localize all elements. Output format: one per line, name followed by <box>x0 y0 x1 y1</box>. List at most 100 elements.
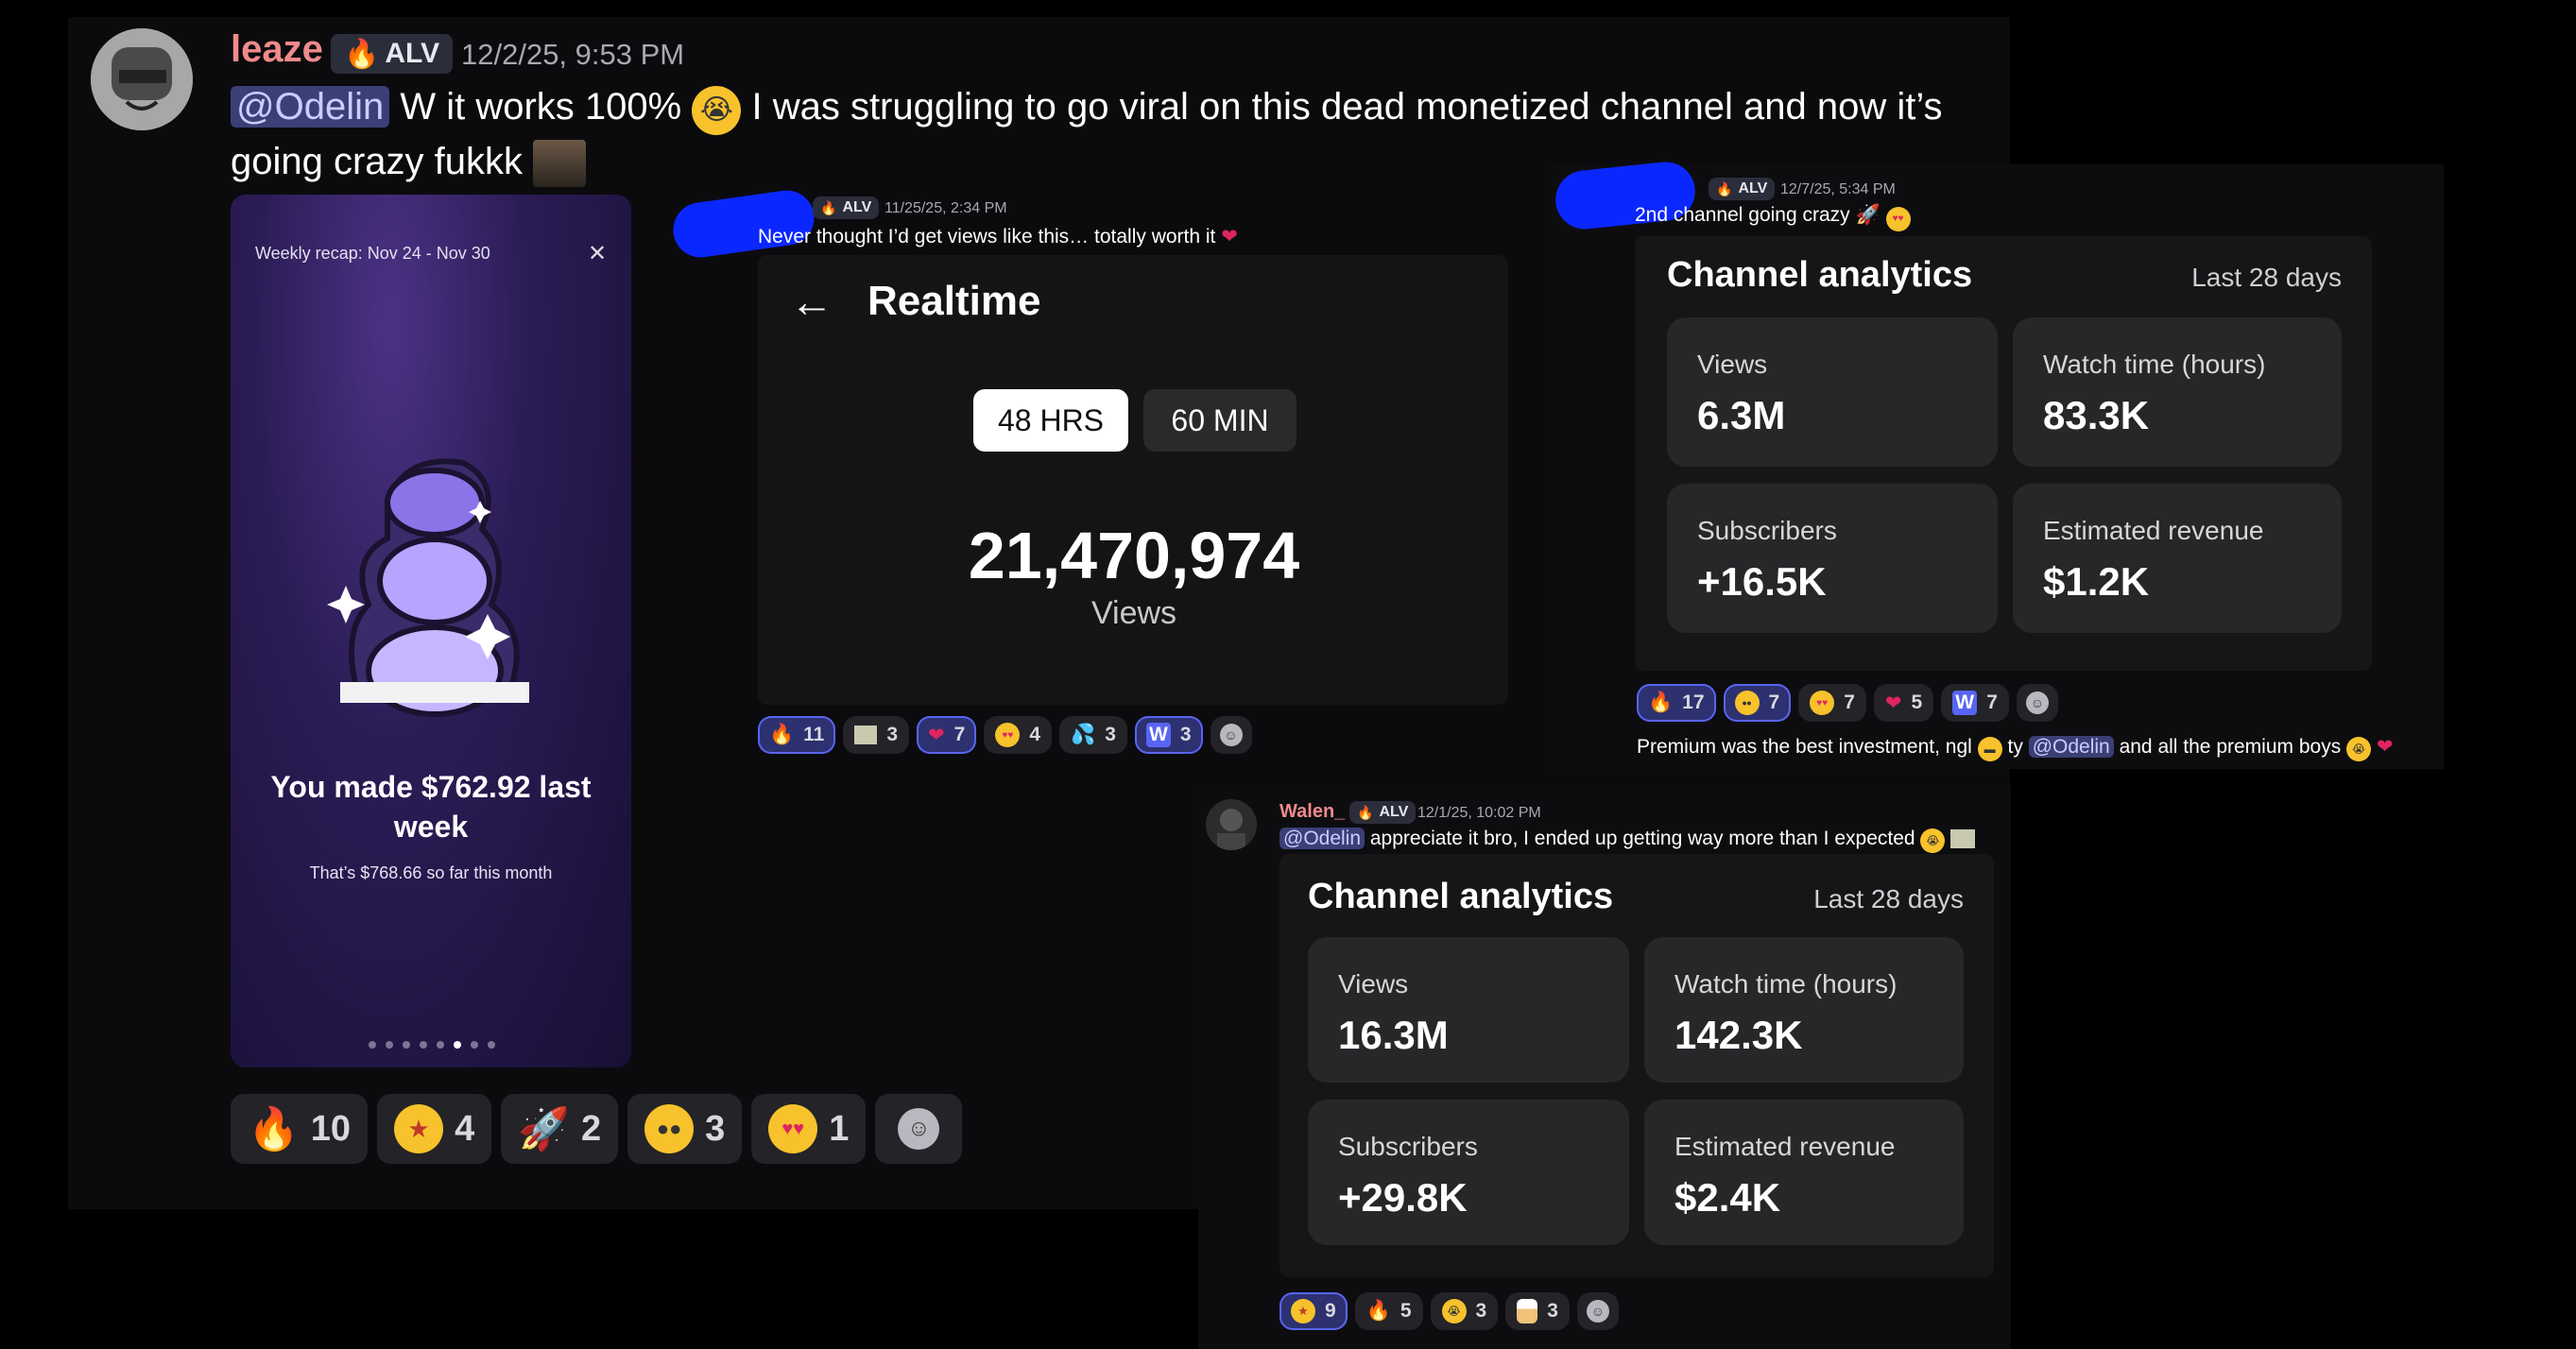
reaction-heart-eyes[interactable]: ♥♥ 1 <box>751 1094 867 1164</box>
flame-icon: 🔥 <box>1716 180 1733 196</box>
tile-watchtime-1[interactable]: Watch time (hours) 83.3K <box>2013 317 2342 467</box>
realtime-views-number: 21,470,974 <box>968 519 1300 592</box>
reaction-star-struck[interactable]: ★ 9 <box>1279 1292 1348 1330</box>
recap-subline: That’s $768.66 so far this month <box>309 863 553 882</box>
tile-watchtime-2[interactable]: Watch time (hours) 142.3K <box>1644 937 1964 1083</box>
w-emoji-icon: W <box>1952 691 1978 715</box>
star-struck-emoji-icon: ★ <box>1291 1299 1315 1323</box>
reaction-rocket[interactable]: 🚀 2 <box>501 1094 619 1164</box>
tile-value: $1.2K <box>2043 559 2150 604</box>
tile-label: Views <box>1697 350 1768 379</box>
reaction-heart-bandage[interactable]: ❤ 7 <box>917 716 977 754</box>
recap-page-dots <box>369 1041 495 1049</box>
reaction-money[interactable]: 3 <box>843 716 910 754</box>
tile-value: 142.3K <box>1674 1013 1803 1057</box>
reaction-fire[interactable]: 🔥 11 <box>758 716 836 754</box>
reaction-fire[interactable]: 🔥 10 <box>231 1094 369 1164</box>
recap-header: Weekly recap: Nov 24 - Nov 30 <box>255 244 490 263</box>
reaction-heart-eyes[interactable]: ♥♥ 4 <box>984 716 1053 754</box>
tab-48-hrs[interactable]: 48 HRS <box>973 389 1128 452</box>
chef-emoji-icon <box>1517 1299 1538 1323</box>
tile-value: $2.4K <box>1674 1175 1781 1220</box>
analytics-period-2: Last 28 days <box>1813 884 1964 914</box>
analytics-period-1: Last 28 days <box>2191 263 2342 292</box>
tab-60-min[interactable]: 60 MIN <box>1143 389 1297 452</box>
msg-text-c: going crazy fukkk <box>231 141 524 182</box>
close-icon[interactable]: ✕ <box>588 240 607 267</box>
heart-emoji-icon: ❤ <box>1884 692 1902 714</box>
walen-reactions: ★ 9 🔥 5 😭 3 3 ☺ <box>1279 1292 1619 1330</box>
flame-icon: 🔥 <box>820 199 837 215</box>
crying-emoji-icon: 😭 <box>1441 1299 1467 1323</box>
leaze-avatar[interactable] <box>91 28 193 130</box>
crying-emoji-icon: 😭 <box>1920 828 1946 853</box>
crying-emoji-icon: 😭 <box>692 86 742 135</box>
grimace-emoji-icon: ▬ <box>1977 737 2002 761</box>
walen-message: @Odelin appreciate it bro, I ended up ge… <box>1279 828 1976 853</box>
tile-value: 83.3K <box>2043 393 2150 437</box>
heart-eyes-emoji-icon: ♥♥ <box>995 723 1021 747</box>
second-post-message: 2nd channel going crazy 🚀 ♥♥ <box>1635 204 1911 231</box>
tile-views-2[interactable]: Views 16.3M <box>1308 937 1629 1083</box>
tile-views-1[interactable]: Views 6.3M <box>1667 317 1998 467</box>
leaze-message-line2: going crazy fukkk <box>231 138 587 188</box>
pleading-emoji-icon: •• <box>1734 691 1760 715</box>
reaction-fire[interactable]: 🔥 5 <box>1354 1292 1423 1330</box>
analytics-title-1: Channel analytics <box>1667 255 1973 295</box>
reaction-pleading[interactable]: •• 7 <box>1723 684 1792 722</box>
tile-subscribers-2[interactable]: Subscribers +29.8K <box>1308 1100 1629 1245</box>
tile-label: Views <box>1338 969 1409 999</box>
tile-value: +16.5K <box>1697 559 1827 604</box>
tile-subscribers-1[interactable]: Subscribers +16.5K <box>1667 484 1998 633</box>
fire-emoji-icon: 🔥 <box>248 1106 300 1153</box>
reaction-crying[interactable]: 😭 3 <box>1430 1292 1499 1330</box>
tile-revenue-1[interactable]: Estimated revenue $1.2K <box>2013 484 2342 633</box>
add-reaction-button[interactable]: ☺ <box>1576 1292 1619 1330</box>
leaze-username[interactable]: leaze <box>231 28 323 71</box>
heart-eyes-emoji-icon: ♥♥ <box>1810 691 1835 715</box>
msg-text-b: I was struggling to go viral on this dea… <box>751 86 1943 128</box>
back-arrow-icon[interactable]: ← <box>790 276 833 327</box>
second-post-followup: Premium was the best investment, ngl ▬ t… <box>1637 735 2394 761</box>
add-reaction-icon: ☺ <box>1586 1300 1609 1323</box>
reaction-w[interactable]: W3 <box>1134 716 1203 754</box>
heart-bandage-icon: ❤ <box>1221 226 1238 248</box>
reaction-sweat-drops[interactable]: 💦 3 <box>1059 716 1127 754</box>
heart-bandage-icon: ❤ <box>2376 736 2394 758</box>
w-emoji-icon: W <box>1145 723 1171 747</box>
heart-bandage-emoji-icon: ❤ <box>928 724 945 746</box>
recap-illustration <box>327 458 529 717</box>
reaction-heart-eyes[interactable]: ♥♥ 7 <box>1798 684 1866 722</box>
crying-emoji-icon: 😭 <box>2346 737 2372 761</box>
leaze-message-line1: @Odelin W it works 100% 😭 I was struggli… <box>231 83 1943 135</box>
walen-username[interactable]: Walen_ <box>1279 801 1345 823</box>
reaction-w[interactable]: W7 <box>1941 684 2009 722</box>
realtime-message: Never thought I’d get views like this… t… <box>758 226 1238 248</box>
heart-eyes-emoji-icon: ♥♥ <box>1885 206 1911 231</box>
add-reaction-button[interactable]: ☺ <box>1210 716 1252 754</box>
tile-label: Subscribers <box>1697 516 1837 545</box>
add-reaction-button[interactable]: ☺ <box>2016 684 2058 722</box>
tile-revenue-2[interactable]: Estimated revenue $2.4K <box>1644 1100 1964 1245</box>
face-image-icon <box>533 140 587 188</box>
mention-odelin[interactable]: @Odelin <box>1279 828 1365 849</box>
realtime-views-label: Views <box>1091 595 1177 631</box>
flame-icon: 🔥 <box>344 38 380 70</box>
reaction-rolling-eyes[interactable]: ●● 3 <box>627 1094 743 1164</box>
mention-odelin[interactable]: @Odelin <box>2028 736 2114 758</box>
rocket-emoji-icon: 🚀 <box>1855 204 1880 226</box>
add-reaction-icon: ☺ <box>1219 724 1243 746</box>
reaction-chef[interactable]: 3 <box>1505 1292 1570 1330</box>
walen-avatar[interactable] <box>1206 799 1257 850</box>
fire-emoji-icon: 🔥 <box>1648 692 1674 713</box>
add-reaction-button[interactable]: ☺ <box>875 1094 963 1164</box>
reaction-fire[interactable]: 🔥 17 <box>1637 684 1716 722</box>
tile-label: Subscribers <box>1338 1132 1478 1161</box>
reaction-heart[interactable]: ❤ 5 <box>1873 684 1934 722</box>
fire-emoji-icon: 🔥 <box>769 724 795 745</box>
mention-odelin[interactable]: @Odelin <box>231 86 390 128</box>
reaction-star-struck[interactable]: ★ 4 <box>377 1094 492 1164</box>
realtime-tag: 🔥 ALV <box>813 196 880 219</box>
leaze-tag: 🔥 ALV <box>331 34 454 74</box>
flame-icon: 🔥 <box>1357 804 1374 820</box>
